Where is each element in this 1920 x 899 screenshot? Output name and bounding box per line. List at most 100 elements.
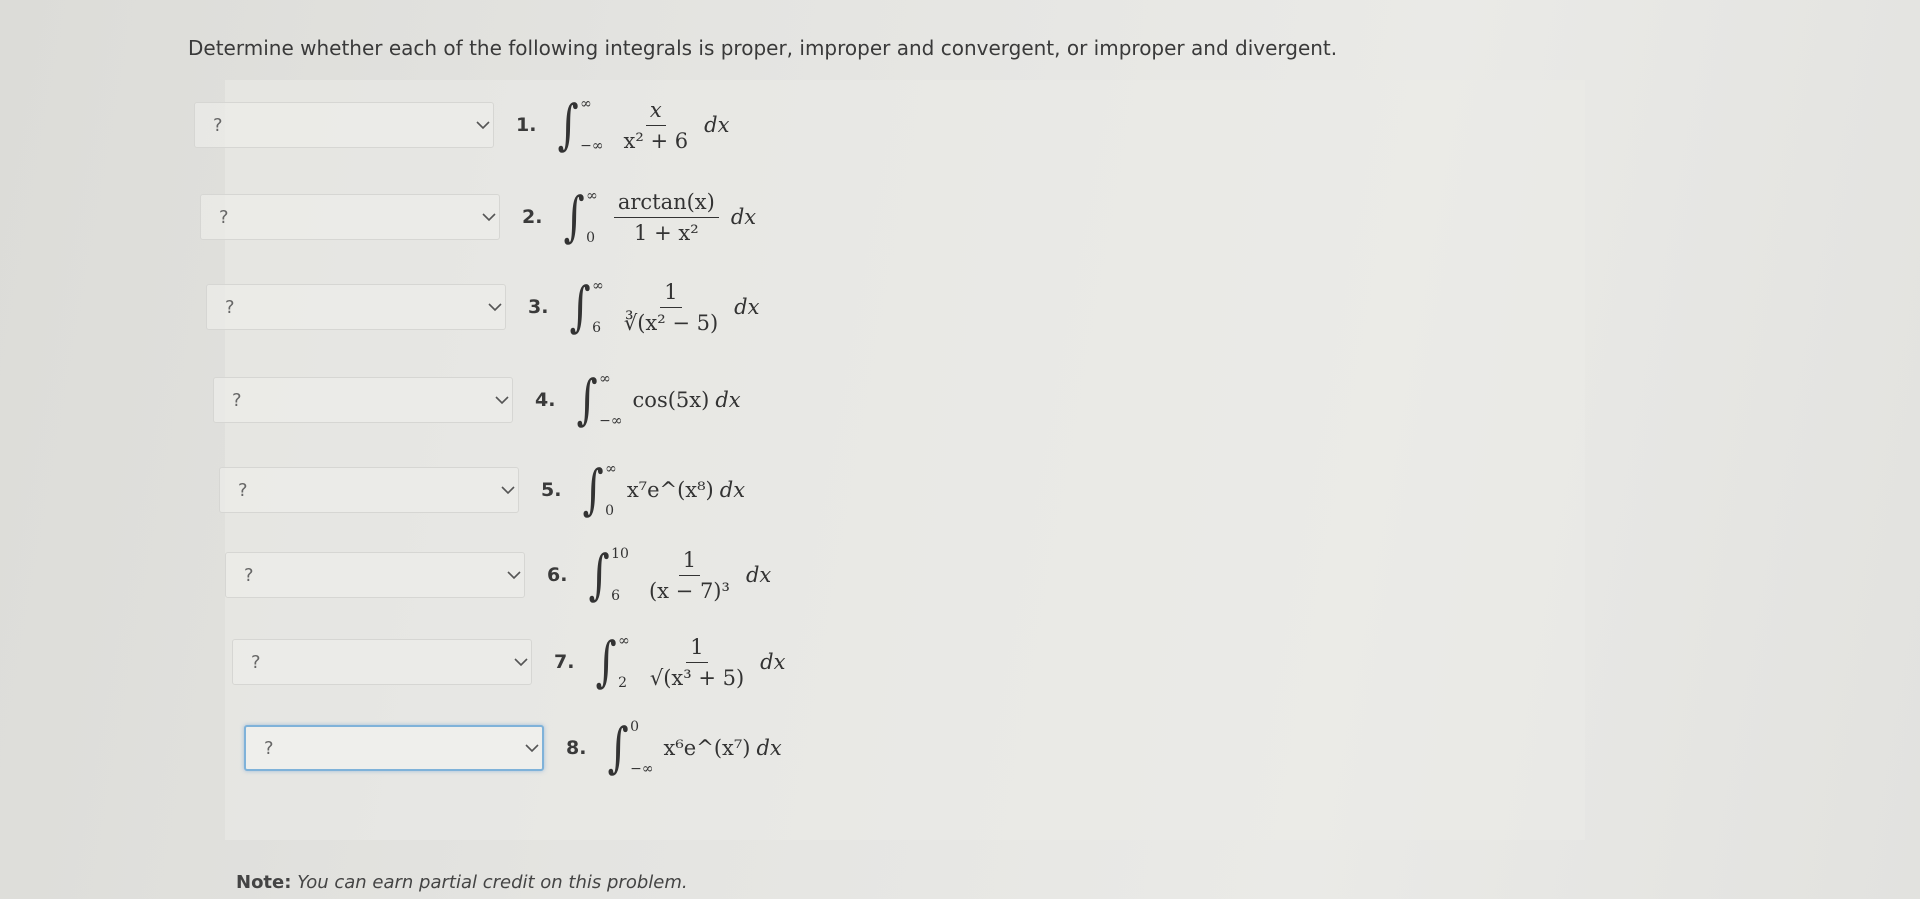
denominator: ∛(x² − 5) xyxy=(623,310,719,335)
integral-sign: ∫ ∞ 0 xyxy=(582,458,617,521)
select-value: ? xyxy=(251,651,261,673)
integrand: cos(5x) xyxy=(632,388,710,412)
chevron-down-icon xyxy=(511,652,531,672)
integral-sign: ∫ ∞ 2 xyxy=(595,630,630,693)
problem-row-6: ? 6. ∫ 10 6 1 (x − 7)³ dx xyxy=(225,546,771,604)
upper-limit: ∞ xyxy=(618,633,630,649)
lower-limit: −∞ xyxy=(580,138,604,154)
upper-limit: ∞ xyxy=(580,96,592,112)
numerator: x xyxy=(645,98,666,126)
denominator: (x − 7)³ xyxy=(648,578,730,603)
select-value: ? xyxy=(225,296,235,318)
fraction: 1 √(x³ + 5) xyxy=(646,635,748,690)
differential: dx xyxy=(745,563,772,587)
integral-expression-2: ∫ ∞ 0 arctan(x) 1 + x² dx xyxy=(560,185,757,248)
upper-limit: 10 xyxy=(611,546,629,562)
lower-limit: 6 xyxy=(592,320,602,336)
answer-select-6[interactable]: ? xyxy=(225,552,525,598)
fraction: arctan(x) 1 + x² xyxy=(613,190,719,245)
integral-expression-4: ∫ ∞ −∞ cos(5x) dx xyxy=(573,371,741,429)
differential: dx xyxy=(715,388,741,412)
chevron-down-icon xyxy=(492,390,512,410)
select-value: ? xyxy=(238,479,248,501)
integrand: x⁷e^(x⁸) xyxy=(626,478,714,502)
integral-expression-7: ∫ ∞ 2 1 √(x³ + 5) dx xyxy=(592,630,786,693)
select-value: ? xyxy=(244,564,254,586)
differential: dx xyxy=(719,478,746,502)
upper-limit: ∞ xyxy=(599,371,611,387)
denominator: √(x³ + 5) xyxy=(649,665,745,690)
answer-select-2[interactable]: ? xyxy=(200,194,500,240)
answer-select-4[interactable]: ? xyxy=(213,377,513,423)
problem-instructions: Determine whether each of the following … xyxy=(188,36,1338,60)
select-value: ? xyxy=(219,206,229,228)
problem-row-1: ? 1. ∫ ∞ −∞ x x² + 6 dx xyxy=(194,96,729,154)
denominator: x² + 6 xyxy=(623,128,689,153)
note-label: Note: xyxy=(236,872,292,893)
answer-select-1[interactable]: ? xyxy=(194,102,494,148)
fraction: 1 (x − 7)³ xyxy=(645,548,734,603)
differential: dx xyxy=(734,295,760,319)
chevron-down-icon xyxy=(485,297,505,317)
item-number: 1. xyxy=(516,114,537,136)
differential: dx xyxy=(730,205,757,229)
problem-row-4: ? 4. ∫ ∞ −∞ cos(5x) dx xyxy=(213,371,741,429)
denominator: 1 + x² xyxy=(634,220,699,245)
numerator: arctan(x) xyxy=(613,190,719,218)
integral-sign: ∫ ∞ 6 xyxy=(569,275,604,338)
integral-sign: ∫ 10 6 xyxy=(588,543,629,606)
lower-limit: 2 xyxy=(618,675,628,691)
select-value: ? xyxy=(264,737,274,759)
select-value: ? xyxy=(213,114,223,136)
numerator: 1 xyxy=(686,635,708,663)
integral-expression-3: ∫ ∞ 6 1 ∛(x² − 5) dx xyxy=(566,275,760,338)
answer-select-5[interactable]: ? xyxy=(219,467,519,513)
fraction: x x² + 6 xyxy=(620,98,693,153)
problem-row-7: ? 7. ∫ ∞ 2 1 √(x³ + 5) dx xyxy=(232,633,785,691)
lower-limit: 0 xyxy=(586,230,596,246)
integral-sign: ∫ ∞ −∞ xyxy=(557,93,604,156)
integrand: x⁶e^(x⁷) xyxy=(663,736,751,760)
upper-limit: ∞ xyxy=(605,461,617,477)
partial-credit-note: Note: You can earn partial credit on thi… xyxy=(236,872,688,893)
select-value: ? xyxy=(232,389,242,411)
integral-sign: ∫ ∞ 0 xyxy=(563,185,598,248)
lower-limit: 6 xyxy=(611,588,621,604)
differential: dx xyxy=(704,113,730,137)
problem-row-8: ? 8. ∫ 0 −∞ x⁶e^(x⁷) dx xyxy=(244,719,782,777)
chevron-down-icon xyxy=(504,565,524,585)
integral-expression-8: ∫ 0 −∞ x⁶e^(x⁷) dx xyxy=(604,719,782,777)
problem-row-2: ? 2. ∫ ∞ 0 arctan(x) 1 + x² dx xyxy=(200,188,756,246)
chevron-down-icon xyxy=(522,738,542,758)
differential: dx xyxy=(760,650,786,674)
chevron-down-icon xyxy=(473,115,493,135)
item-number: 7. xyxy=(554,651,575,673)
problem-row-3: ? 3. ∫ ∞ 6 1 ∛(x² − 5) dx xyxy=(206,278,759,336)
differential: dx xyxy=(756,736,782,760)
integral-expression-5: ∫ ∞ 0 x⁷e^(x⁸) dx xyxy=(579,458,746,521)
answer-select-7[interactable]: ? xyxy=(232,639,532,685)
answer-select-8[interactable]: ? xyxy=(244,725,544,771)
item-number: 5. xyxy=(541,479,562,501)
item-number: 2. xyxy=(522,206,543,228)
integral-sign: ∫ ∞ −∞ xyxy=(576,368,623,431)
item-number: 6. xyxy=(547,564,568,586)
item-number: 8. xyxy=(566,737,587,759)
answer-select-3[interactable]: ? xyxy=(206,284,506,330)
upper-limit: ∞ xyxy=(592,278,604,294)
lower-limit: −∞ xyxy=(599,413,623,429)
integral-sign: ∫ 0 −∞ xyxy=(607,716,654,779)
lower-limit: −∞ xyxy=(630,761,654,777)
integral-expression-1: ∫ ∞ −∞ x x² + 6 dx xyxy=(554,93,730,156)
numerator: 1 xyxy=(678,548,701,576)
item-number: 3. xyxy=(528,296,549,318)
chevron-down-icon xyxy=(479,207,499,227)
chevron-down-icon xyxy=(498,480,518,500)
upper-limit: 0 xyxy=(630,719,640,735)
lower-limit: 0 xyxy=(605,503,615,519)
note-text: You can earn partial credit on this prob… xyxy=(297,872,688,893)
problem-row-5: ? 5. ∫ ∞ 0 x⁷e^(x⁸) dx xyxy=(219,461,745,519)
item-number: 4. xyxy=(535,389,556,411)
upper-limit: ∞ xyxy=(586,188,598,204)
integral-expression-6: ∫ 10 6 1 (x − 7)³ dx xyxy=(585,543,772,606)
